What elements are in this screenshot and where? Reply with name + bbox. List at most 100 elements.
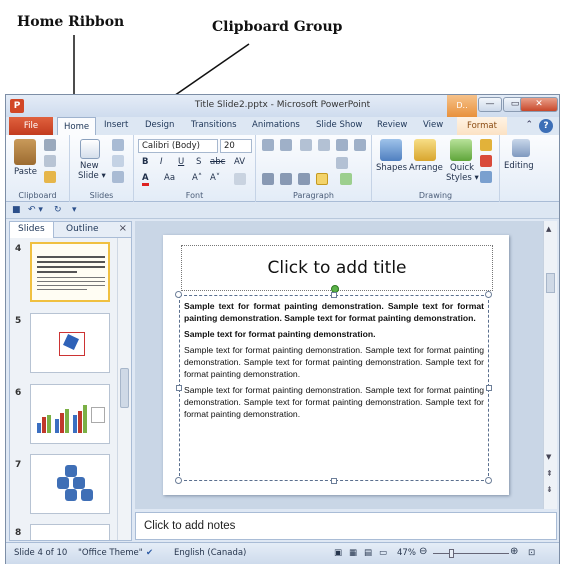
shape-outline-icon[interactable] [480,155,492,167]
undo-icon[interactable]: ↶ ▾ [28,205,43,215]
format-painter-icon[interactable] [44,171,56,183]
zoom-slider[interactable] [433,553,509,554]
line-spacing-icon[interactable] [336,139,348,151]
slide-thumbnail-4[interactable] [30,242,110,302]
tab-home[interactable]: Home [57,117,97,136]
numbering-icon[interactable] [280,139,292,151]
layout-icon[interactable] [112,139,124,151]
content-placeholder[interactable]: Sample text for format painting demonstr… [179,295,489,481]
tab-view[interactable]: View [423,120,443,130]
slide-sorter-icon[interactable]: ▦ [349,548,357,558]
align-right-icon[interactable] [298,173,310,185]
quick-styles-button[interactable]: Styles ▾ [446,173,479,183]
italic-button[interactable]: I [160,157,163,167]
slide-show-icon[interactable]: ▭ [379,548,387,558]
resize-handle[interactable] [485,291,492,298]
resize-handle[interactable] [485,477,492,484]
resize-handle[interactable] [175,291,182,298]
resize-handle[interactable] [331,292,337,298]
tab-file[interactable]: File [9,117,53,135]
bold-button[interactable]: B [142,157,148,167]
character-spacing-button[interactable]: AV [234,157,245,167]
reset-icon[interactable] [112,155,124,167]
theme-name[interactable]: "Office Theme" [78,548,143,558]
paste-icon[interactable] [14,139,36,165]
title-placeholder[interactable]: Click to add title [181,245,493,291]
tab-outline[interactable]: Outline [66,224,99,234]
align-left-icon[interactable] [262,173,274,185]
strikethrough-button[interactable]: abc [210,157,225,167]
close-pane-icon[interactable]: × [119,223,127,234]
resize-handle[interactable] [176,385,182,391]
font-size-combo[interactable]: 20 [220,139,252,153]
slides-pane-scrollbar[interactable] [117,238,131,540]
tab-design[interactable]: Design [145,120,174,130]
paste-button[interactable]: Paste [14,167,37,177]
close-button[interactable]: ✕ [520,97,558,112]
decrease-indent-icon[interactable] [300,139,312,151]
resize-handle[interactable] [331,478,337,484]
help-icon[interactable]: ? [539,119,553,133]
zoom-slider-thumb[interactable] [449,549,454,558]
quick-styles-label[interactable]: Quick [450,163,474,173]
tab-animations[interactable]: Animations [252,120,300,130]
slide-thumbnail-8[interactable] [30,524,110,540]
reading-view-icon[interactable]: ▤ [364,548,372,558]
columns-icon[interactable] [354,139,366,151]
zoom-level[interactable]: 47% [397,548,416,558]
section-icon[interactable] [112,171,124,183]
shapes-button[interactable]: Shapes [376,163,407,173]
cut-icon[interactable] [44,139,56,151]
bullets-icon[interactable] [262,139,274,151]
new-slide-icon[interactable] [80,139,100,159]
quick-styles-icon[interactable] [450,139,472,161]
shadow-button[interactable]: S [196,157,201,167]
underline-button[interactable]: U [178,157,184,167]
shape-effects-icon[interactable] [480,171,492,183]
language-indicator[interactable]: English (Canada) [174,548,246,558]
tab-slides[interactable]: Slides [10,222,54,238]
justify-icon[interactable] [316,173,328,185]
arrange-button[interactable]: Arrange [409,163,443,173]
arrange-icon[interactable] [414,139,436,161]
resize-handle[interactable] [486,385,492,391]
slide-vertical-scrollbar[interactable]: ▲ ▼ ⇞ ⇟ [543,221,557,509]
grow-font-button[interactable]: A˄ [192,173,202,183]
copy-icon[interactable] [44,155,56,167]
spellcheck-icon[interactable]: ✔ [146,548,153,558]
minimize-ribbon-icon[interactable]: ⌃ [525,120,533,130]
font-name-combo[interactable]: Calibri (Body) [138,139,218,153]
tab-insert[interactable]: Insert [104,120,128,130]
resize-handle[interactable] [175,477,182,484]
current-slide[interactable]: Click to add title Sample text for forma… [163,235,509,495]
normal-view-icon[interactable]: ▣ [334,548,342,558]
new-slide-button[interactable]: Slide ▾ [78,171,106,181]
font-color-button[interactable]: A [142,173,149,186]
editing-button[interactable]: Editing [504,161,534,171]
slide-thumbnail-5[interactable] [30,313,110,373]
tab-review[interactable]: Review [377,120,407,130]
zoom-in-icon[interactable]: ⊕ [510,546,518,557]
customize-qat-icon[interactable]: ▾ [72,205,77,215]
slide-thumbnail-6[interactable] [30,384,110,444]
shapes-icon[interactable] [380,139,402,161]
tab-format[interactable]: Format [457,117,507,135]
align-center-icon[interactable] [280,173,292,185]
tab-slide-show[interactable]: Slide Show [316,120,362,130]
clear-formatting-icon[interactable] [234,173,246,185]
notes-pane[interactable]: Click to add notes [135,512,557,540]
slide-thumbnail-7[interactable] [30,454,110,514]
fit-to-window-icon[interactable]: ⊡ [528,548,535,558]
smartart-icon[interactable] [340,173,352,185]
change-case-button[interactable]: Aa [164,173,175,183]
new-slide-label[interactable]: New [80,161,99,171]
binoculars-icon[interactable] [512,139,530,157]
shape-fill-icon[interactable] [480,139,492,151]
tab-transitions[interactable]: Transitions [191,120,237,130]
shrink-font-button[interactable]: A˅ [210,173,220,183]
increase-indent-icon[interactable] [318,139,330,151]
redo-icon[interactable]: ↻ [54,205,62,215]
save-icon[interactable]: ■ [12,205,21,215]
zoom-out-icon[interactable]: ⊖ [419,546,427,557]
minimize-button[interactable]: — [478,97,502,112]
